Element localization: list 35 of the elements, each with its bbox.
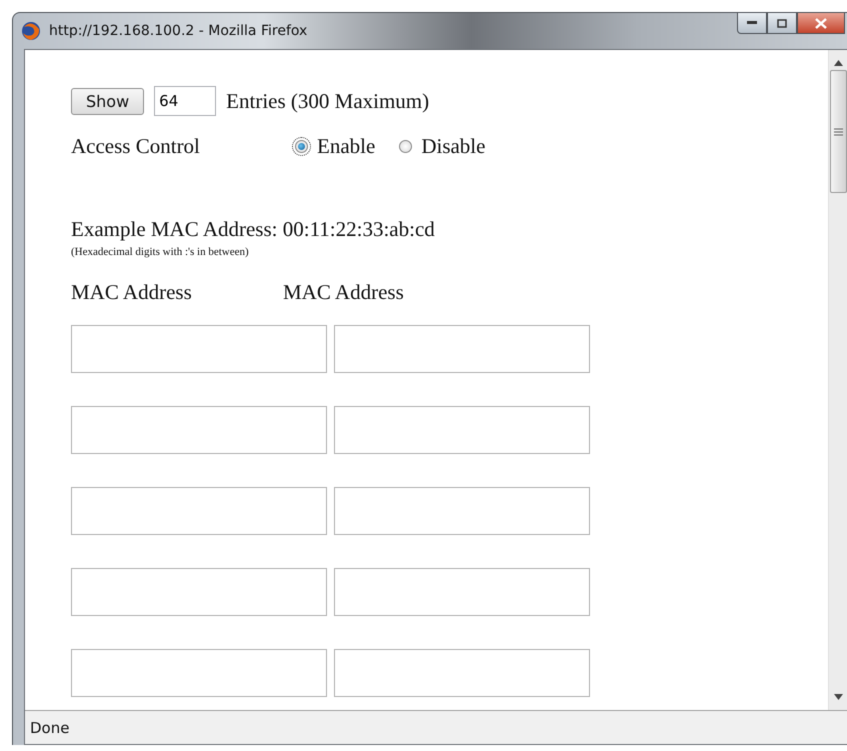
scrollbar[interactable] — [828, 50, 847, 710]
column-header: MAC Address — [283, 280, 405, 305]
radio-label[interactable]: Enable — [317, 134, 376, 159]
radio-label[interactable]: Disable — [421, 134, 486, 159]
status-text: Done — [30, 718, 70, 736]
maximize-icon — [777, 18, 787, 28]
close-icon — [815, 18, 827, 28]
scroll-down-icon[interactable] — [834, 694, 842, 700]
mac-address-field[interactable] — [71, 406, 327, 454]
maximize-button[interactable] — [767, 13, 797, 34]
mac-address-field[interactable] — [334, 406, 590, 454]
mac-address-field[interactable] — [71, 649, 327, 697]
mac-address-field[interactable] — [71, 487, 327, 535]
column-header: MAC Address — [71, 280, 193, 305]
mac-address-field[interactable] — [71, 568, 327, 616]
mac-address-field[interactable] — [334, 649, 590, 697]
radio-button[interactable] — [295, 140, 308, 153]
minimize-icon — [747, 21, 757, 25]
entries-field[interactable]: 64 — [154, 86, 216, 116]
close-button[interactable] — [797, 13, 845, 34]
mac-address-field[interactable] — [334, 487, 590, 535]
example-text: Example MAC Address: 00:11:22:33:ab:cd — [71, 217, 436, 242]
scroll-up-icon[interactable] — [834, 60, 842, 66]
hint-text: (Hexadecimal digits with :'s in between) — [71, 246, 250, 258]
mac-address-field[interactable] — [334, 325, 590, 373]
mac-address-field[interactable] — [71, 325, 327, 373]
minimize-button[interactable] — [737, 13, 767, 34]
mac-address-field[interactable] — [334, 568, 590, 616]
radio-button[interactable] — [399, 140, 412, 153]
firefox-icon — [21, 21, 41, 41]
entries-label: Entries (300 Maximum) — [226, 88, 430, 114]
scroll-thumb[interactable] — [830, 70, 846, 193]
show-button[interactable]: Show — [71, 88, 144, 114]
window-title: http://192.168.100.2 - Mozilla Firefox — [49, 23, 308, 39]
access-control-label: Access Control — [71, 134, 201, 159]
